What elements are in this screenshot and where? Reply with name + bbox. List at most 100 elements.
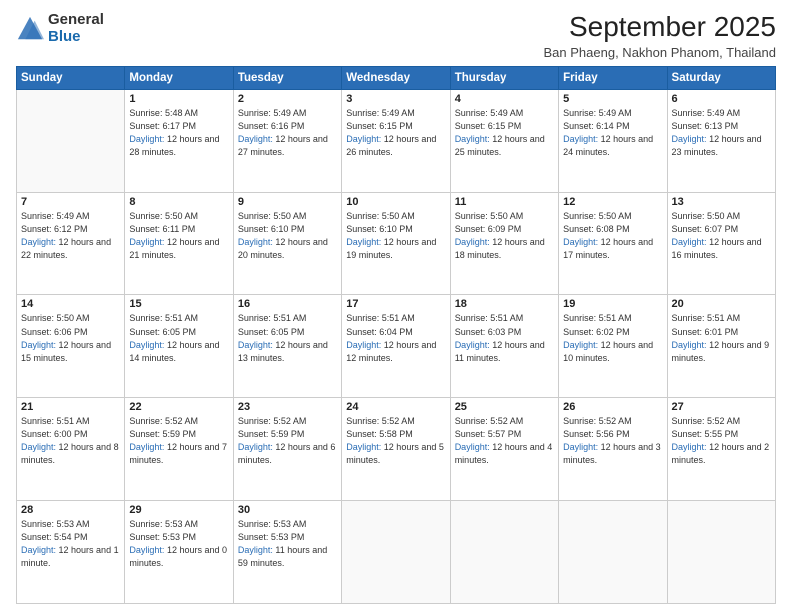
daylight-hours: Daylight: 12 hours and 19 minutes. (346, 237, 436, 260)
daylight-hours: Daylight: 12 hours and 7 minutes. (129, 442, 227, 465)
sunrise-text: Sunrise: 5:52 AM (238, 416, 307, 426)
table-row: 7Sunrise: 5:49 AMSunset: 6:12 PMDaylight… (17, 192, 125, 295)
day-number: 10 (346, 196, 445, 208)
sunrise-text: Sunrise: 5:50 AM (346, 211, 415, 221)
sunset-text: Sunset: 5:55 PM (672, 429, 739, 439)
day-number: 4 (455, 93, 554, 105)
sunset-text: Sunset: 5:53 PM (129, 532, 196, 542)
table-row: 10Sunrise: 5:50 AMSunset: 6:10 PMDayligh… (342, 192, 450, 295)
day-info: Sunrise: 5:53 AMSunset: 5:53 PMDaylight:… (129, 518, 228, 570)
table-row: 3Sunrise: 5:49 AMSunset: 6:15 PMDaylight… (342, 89, 450, 192)
table-row: 20Sunrise: 5:51 AMSunset: 6:01 PMDayligh… (667, 295, 775, 398)
daylight-hours: Daylight: 12 hours and 28 minutes. (129, 134, 219, 157)
header-thursday: Thursday (450, 66, 558, 89)
table-row (667, 501, 775, 604)
daylight-label: Daylight: (129, 442, 167, 452)
table-row: 1Sunrise: 5:48 AMSunset: 6:17 PMDaylight… (125, 89, 233, 192)
sunrise-text: Sunrise: 5:51 AM (455, 313, 524, 323)
day-number: 12 (563, 196, 662, 208)
sunrise-text: Sunrise: 5:49 AM (672, 108, 741, 118)
daylight-label: Daylight: (21, 237, 59, 247)
day-number: 11 (455, 196, 554, 208)
table-row: 14Sunrise: 5:50 AMSunset: 6:06 PMDayligh… (17, 295, 125, 398)
sunset-text: Sunset: 6:04 PM (346, 327, 413, 337)
daylight-hours: Daylight: 12 hours and 21 minutes. (129, 237, 219, 260)
daylight-label: Daylight: (346, 442, 384, 452)
sunrise-text: Sunrise: 5:52 AM (563, 416, 632, 426)
daylight-label: Daylight: (346, 340, 384, 350)
daylight-hours: Daylight: 12 hours and 16 minutes. (672, 237, 762, 260)
day-info: Sunrise: 5:49 AMSunset: 6:12 PMDaylight:… (21, 210, 120, 262)
sunset-text: Sunset: 6:02 PM (563, 327, 630, 337)
sunrise-text: Sunrise: 5:49 AM (563, 108, 632, 118)
sunset-text: Sunset: 6:05 PM (238, 327, 305, 337)
day-number: 19 (563, 298, 662, 310)
sunrise-text: Sunrise: 5:51 AM (563, 313, 632, 323)
day-number: 6 (672, 93, 771, 105)
day-number: 28 (21, 504, 120, 516)
sunset-text: Sunset: 6:10 PM (238, 224, 305, 234)
daylight-label: Daylight: (129, 340, 167, 350)
sunset-text: Sunset: 5:59 PM (238, 429, 305, 439)
day-number: 18 (455, 298, 554, 310)
day-info: Sunrise: 5:51 AMSunset: 6:01 PMDaylight:… (672, 312, 771, 364)
table-row: 25Sunrise: 5:52 AMSunset: 5:57 PMDayligh… (450, 398, 558, 501)
sunset-text: Sunset: 5:57 PM (455, 429, 522, 439)
sunrise-text: Sunrise: 5:50 AM (21, 313, 90, 323)
day-number: 21 (21, 401, 120, 413)
day-number: 15 (129, 298, 228, 310)
daylight-label: Daylight: (238, 545, 276, 555)
daylight-label: Daylight: (672, 237, 710, 247)
sunset-text: Sunset: 6:00 PM (21, 429, 88, 439)
daylight-label: Daylight: (672, 340, 710, 350)
day-number: 16 (238, 298, 337, 310)
sunrise-text: Sunrise: 5:50 AM (238, 211, 307, 221)
sunset-text: Sunset: 6:06 PM (21, 327, 88, 337)
daylight-hours: Daylight: 12 hours and 17 minutes. (563, 237, 653, 260)
daylight-hours: Daylight: 12 hours and 24 minutes. (563, 134, 653, 157)
table-row: 29 Sunrise: 5:53 AMSunset: 5:53 PMDayligh… (125, 501, 233, 604)
day-info: Sunrise: 5:52 AMSunset: 5:58 PMDaylight:… (346, 415, 445, 467)
day-number: 14 (21, 298, 120, 310)
sunrise-text: Sunrise: 5:48 AM (129, 108, 198, 118)
sunset-text: Sunset: 6:05 PM (129, 327, 196, 337)
table-row: 30Sunrise: 5:53 AMSunset: 5:53 PMDayligh… (233, 501, 341, 604)
day-info: Sunrise: 5:49 AM Sunset: 6:16 PM Daylight:… (238, 107, 337, 159)
sunrise-text: Sunrise: 5:49 AM (238, 108, 307, 118)
daylight-hours: Daylight: 12 hours and 12 minutes. (346, 340, 436, 363)
daylight-hours: Daylight: 12 hours and 13 minutes. (238, 340, 328, 363)
daylight-hours: Daylight: 12 hours and 20 minutes. (238, 237, 328, 260)
sunset-text: Sunset: 6:16 PM (238, 121, 305, 131)
day-info: Sunrise: 5:49 AMSunset: 6:15 PMDaylight:… (455, 107, 554, 159)
daylight-hours: Daylight: 12 hours and 6 minutes. (238, 442, 336, 465)
header-wednesday: Wednesday (342, 66, 450, 89)
day-number: 24 (346, 401, 445, 413)
daylight-hours: Daylight: 12 hours and 14 minutes. (129, 340, 219, 363)
table-row (450, 501, 558, 604)
table-row: 15 Sunrise: 5:51 AM Sunset: 6:05 PM Dayligh… (125, 295, 233, 398)
table-row: 19Sunrise: 5:51 AMSunset: 6:02 PMDayligh… (559, 295, 667, 398)
sunrise-text: Sunrise: 5:51 AM (129, 313, 198, 323)
table-row: 26Sunrise: 5:52 AMSunset: 5:56 PMDayligh… (559, 398, 667, 501)
title-block: September 2025 Ban Phaeng, Nakhon Phanom… (544, 12, 776, 60)
header-sunday: Sunday (17, 66, 125, 89)
day-info: Sunrise: 5:51 AMSunset: 6:00 PMDaylight:… (21, 415, 120, 467)
daylight-hours: Daylight: 12 hours and 25 minutes. (455, 134, 545, 157)
daylight-label: Daylight: (672, 442, 710, 452)
day-info: Sunrise: 5:50 AMSunset: 6:09 PMDaylight:… (455, 210, 554, 262)
daylight-label: Daylight: (455, 134, 493, 144)
daylight-label: Daylight: (238, 134, 276, 144)
day-info: Sunrise: 5:53 AMSunset: 5:54 PMDaylight:… (21, 518, 120, 570)
day-number: 29 (129, 504, 228, 516)
table-row (559, 501, 667, 604)
daylight-label: Daylight: (238, 442, 276, 452)
day-info: Sunrise: 5:49 AMSunset: 6:13 PMDaylight:… (672, 107, 771, 159)
table-row: 17Sunrise: 5:51 AMSunset: 6:04 PMDayligh… (342, 295, 450, 398)
daylight-label: Daylight: (21, 545, 59, 555)
day-info: Sunrise: 5:51 AMSunset: 6:02 PMDaylight:… (563, 312, 662, 364)
logo-blue-text: Blue (48, 29, 104, 46)
daylight-label: Daylight: (238, 237, 276, 247)
day-info: Sunrise: 5:48 AMSunset: 6:17 PMDaylight:… (129, 107, 228, 159)
header-friday: Friday (559, 66, 667, 89)
calendar-table: Sunday Monday Tuesday Wednesday Thursday… (16, 66, 776, 604)
